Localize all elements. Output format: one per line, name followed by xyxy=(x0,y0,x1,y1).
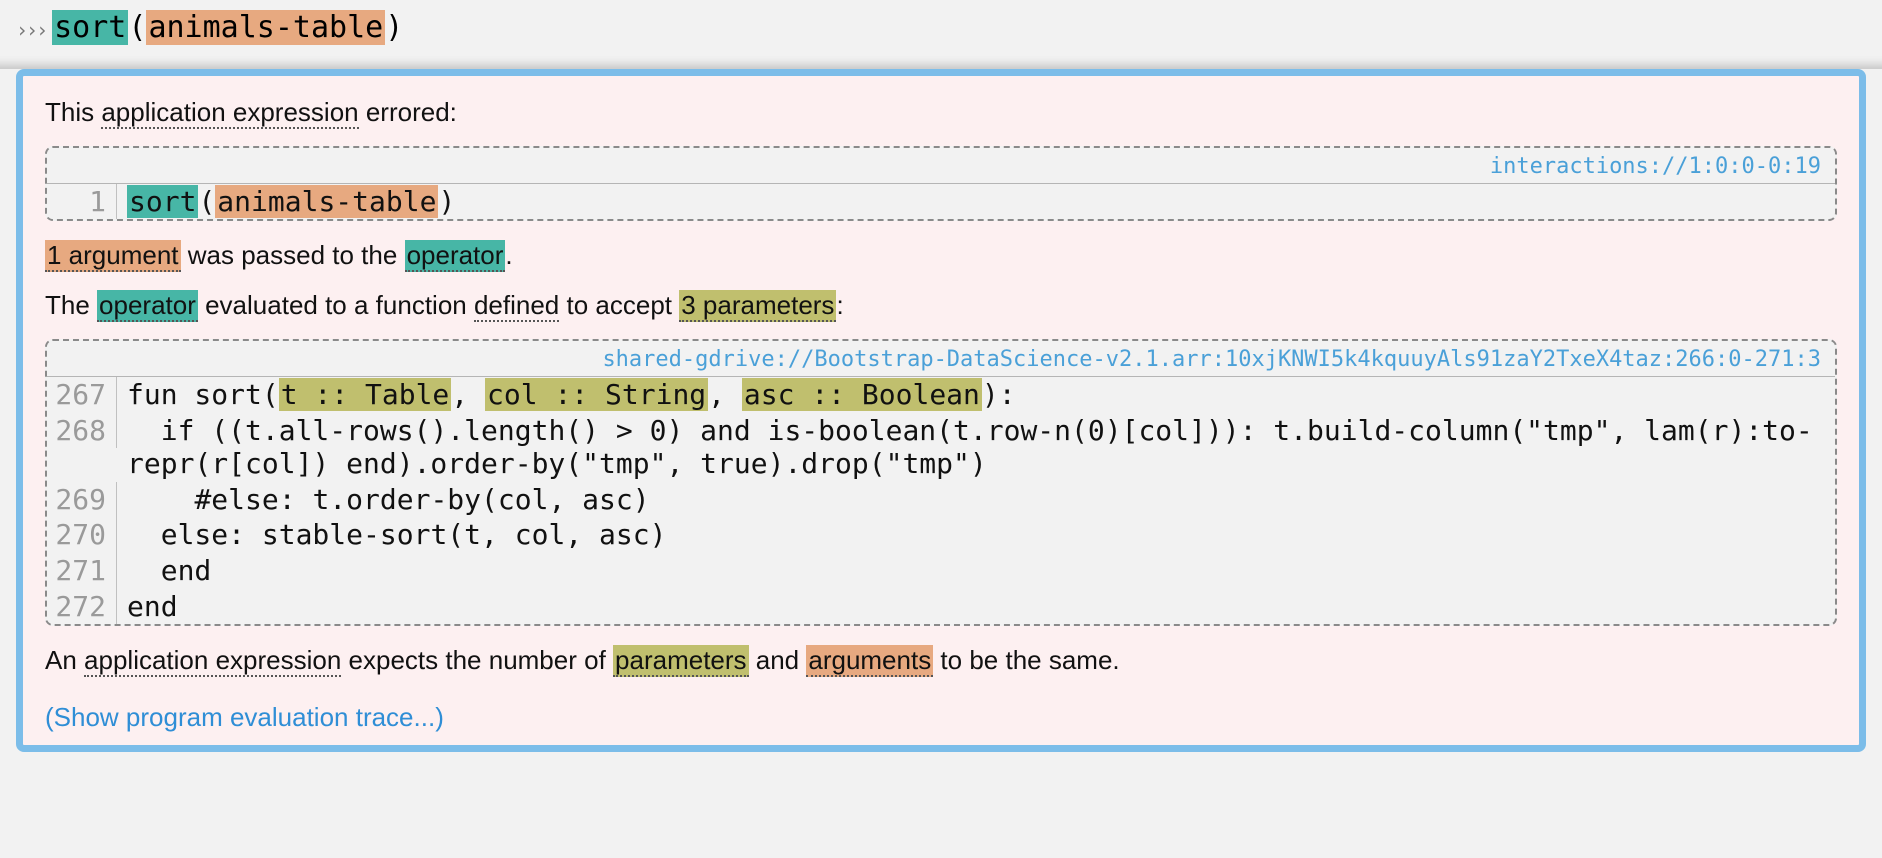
term-parameter-count: 3 parameters xyxy=(679,290,836,322)
text: was passed to the xyxy=(181,240,405,270)
text: to accept xyxy=(559,290,679,320)
code-row: 270 else: stable-sort(t, col, asc) xyxy=(47,517,1835,553)
line-number: 267 xyxy=(47,377,117,413)
code-cell: fun sort(t :: Table, col :: String, asc … xyxy=(117,377,1835,413)
code-block-call-site: interactions://1:0:0-0:19 1 sort(animals… xyxy=(45,146,1837,222)
line-number: 270 xyxy=(47,517,117,553)
term-operator: operator xyxy=(97,290,198,322)
token-param: t :: Table xyxy=(279,378,452,411)
token-function-name: sort xyxy=(127,185,198,218)
term-operator: operator xyxy=(405,240,506,272)
prompt-chevrons-icon: ››› xyxy=(16,18,46,42)
repl-area: ››› sort(animals-table) xyxy=(0,0,1882,69)
token-param: col :: String xyxy=(485,378,708,411)
error-argument-count: 1 argument was passed to the operator. xyxy=(45,239,1837,273)
text: errored: xyxy=(359,97,457,127)
code-row: 268 if ((t.all-rows().length() > 0) and … xyxy=(47,413,1835,482)
show-trace-link[interactable]: (Show program evaluation trace...) xyxy=(45,702,444,733)
code-cell: if ((t.all-rows().length() > 0) and is-b… xyxy=(117,413,1835,482)
code-row: 271 end xyxy=(47,553,1835,589)
text: This xyxy=(45,97,101,127)
code-cell: sort(animals-table) xyxy=(117,184,1835,220)
token-rparen: ) xyxy=(438,185,455,218)
token-rparen: ) xyxy=(385,10,403,45)
term-application-expression: application expression xyxy=(84,645,341,677)
line-number: 1 xyxy=(47,184,117,220)
text: evaluated to a function xyxy=(198,290,474,320)
text: . xyxy=(505,240,512,270)
text: to be the same. xyxy=(933,645,1119,675)
token-argument: animals-table xyxy=(215,185,438,218)
source-location-link[interactable]: shared-gdrive://Bootstrap-DataScience-v2… xyxy=(47,341,1835,377)
token-param: asc :: Boolean xyxy=(742,378,982,411)
code-cell: #else: t.order-by(col, asc) xyxy=(117,482,1835,518)
text: and xyxy=(749,645,807,675)
code-row: 267 fun sort(t :: Table, col :: String, … xyxy=(47,377,1835,413)
code-cell: end xyxy=(117,553,1835,589)
text: , xyxy=(451,378,485,411)
code-cell: end xyxy=(117,589,1835,625)
text: : xyxy=(836,290,843,320)
token-argument: animals-table xyxy=(146,10,385,45)
error-heading: This application expression errored: xyxy=(45,96,1837,130)
token-function-name: sort xyxy=(52,10,128,45)
code-cell: else: stable-sort(t, col, asc) xyxy=(117,517,1835,553)
term-argument-count: 1 argument xyxy=(45,240,181,272)
token-lparen: ( xyxy=(128,10,146,45)
term-defined: defined xyxy=(474,290,559,322)
code-row: 1 sort(animals-table) xyxy=(47,184,1835,220)
error-panel: This application expression errored: int… xyxy=(16,69,1866,752)
term-arguments: arguments xyxy=(806,645,933,677)
text: expects the number of xyxy=(341,645,613,675)
text: The xyxy=(45,290,97,320)
line-number: 268 xyxy=(47,413,117,449)
text: An xyxy=(45,645,84,675)
text: , xyxy=(708,378,742,411)
code-row: 269 #else: t.order-by(col, asc) xyxy=(47,482,1835,518)
code-block-definition: shared-gdrive://Bootstrap-DataScience-v2… xyxy=(45,339,1837,626)
term-application-expression: application expression xyxy=(101,97,358,129)
code-row: 272 end xyxy=(47,589,1835,625)
line-number: 271 xyxy=(47,553,117,589)
error-summary: An application expression expects the nu… xyxy=(45,644,1837,678)
term-parameters: parameters xyxy=(613,645,749,677)
error-operator-definition: The operator evaluated to a function def… xyxy=(45,289,1837,323)
line-number: 272 xyxy=(47,589,117,625)
repl-prompt-line: ››› sort(animals-table) xyxy=(10,6,1872,49)
text: fun sort( xyxy=(127,378,279,411)
line-number: 269 xyxy=(47,482,117,518)
text: ): xyxy=(982,378,1016,411)
repl-input[interactable]: sort(animals-table) xyxy=(52,10,403,45)
source-location-link[interactable]: interactions://1:0:0-0:19 xyxy=(47,148,1835,184)
token-lparen: ( xyxy=(198,185,215,218)
